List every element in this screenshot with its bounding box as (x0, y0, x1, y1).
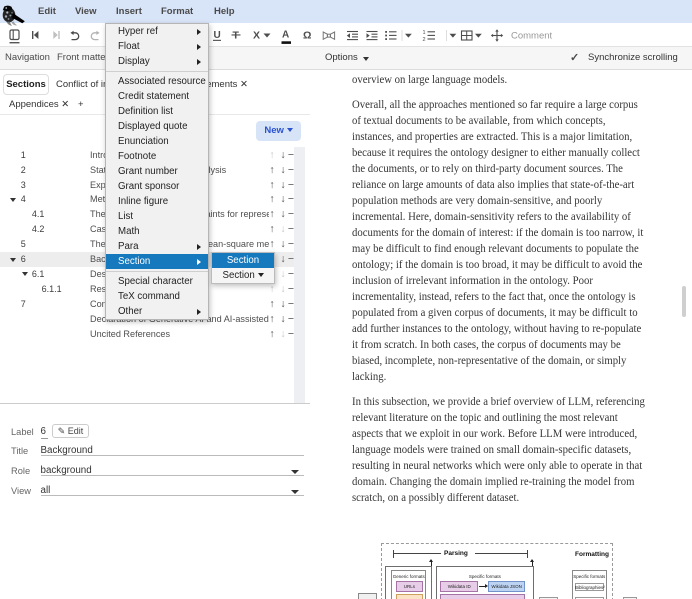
svg-text:X: X (253, 30, 260, 42)
svg-text:2: 2 (423, 37, 426, 43)
svg-text:U: U (214, 30, 221, 41)
svg-text:1: 1 (423, 30, 426, 36)
svg-text:Comment: Comment (511, 31, 553, 42)
svg-text:Ω: Ω (303, 30, 311, 42)
svg-text:A: A (282, 30, 289, 41)
